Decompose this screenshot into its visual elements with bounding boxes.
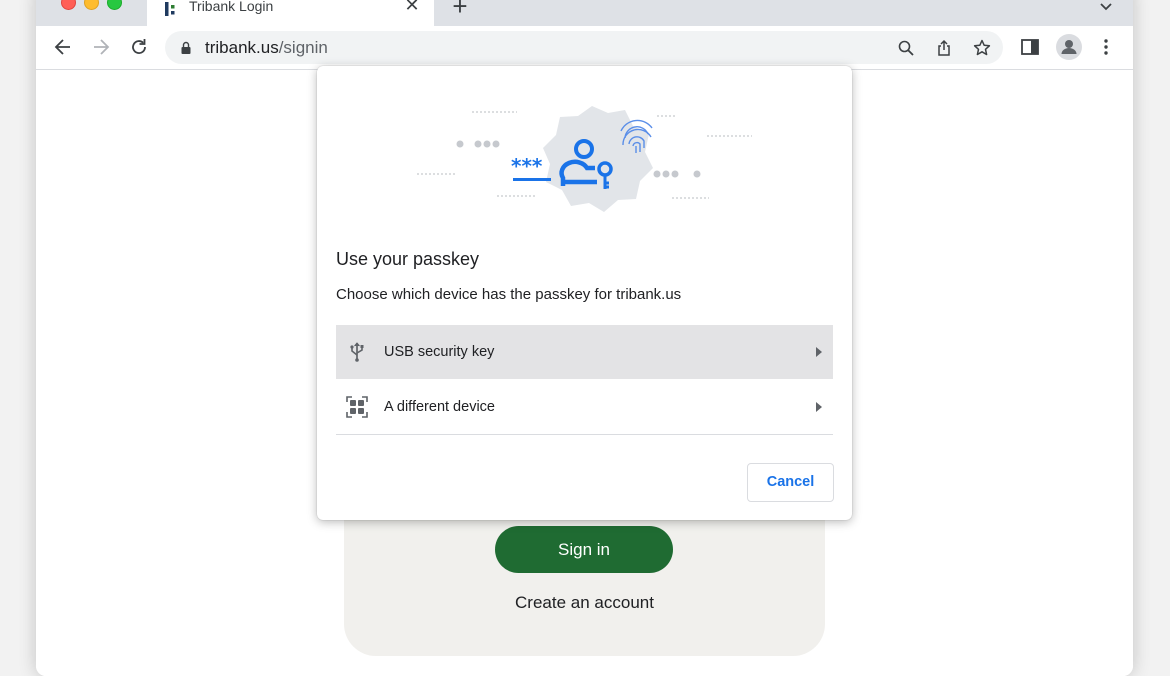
- arrow-right-icon: [816, 402, 822, 412]
- dialog-subtitle: Choose which device has the passkey for …: [336, 286, 682, 303]
- maximize-window-button[interactable]: [107, 0, 122, 10]
- option-different-device[interactable]: A different device: [336, 380, 833, 435]
- bookmark-star-icon[interactable]: [973, 39, 991, 57]
- side-panel-icon[interactable]: [1020, 37, 1040, 57]
- asterisks-icon: ***: [511, 154, 543, 178]
- svg-text:***: ***: [511, 154, 543, 178]
- tab-search-chevron-down-icon[interactable]: [1098, 0, 1114, 14]
- sign-in-button[interactable]: Sign in: [495, 526, 673, 573]
- usb-icon: [350, 342, 364, 362]
- share-icon[interactable]: [935, 39, 953, 57]
- search-icon[interactable]: [897, 39, 915, 57]
- url-path: /signin: [278, 38, 328, 57]
- back-arrow-icon[interactable]: [52, 36, 74, 58]
- close-window-button[interactable]: [61, 0, 76, 10]
- url-domain: tribank.us: [205, 38, 279, 57]
- forward-arrow-icon[interactable]: [90, 36, 112, 58]
- option-label: USB security key: [384, 344, 495, 360]
- tribank-favicon-icon: [165, 2, 175, 16]
- passkey-illustration: ***: [417, 106, 752, 212]
- tab-tribank-login[interactable]: Tribank Login ✕: [147, 0, 434, 26]
- more-menu-icon[interactable]: [1096, 37, 1116, 57]
- lock-icon[interactable]: [181, 41, 191, 54]
- arrow-right-icon: [816, 347, 822, 357]
- tab-close-icon[interactable]: ✕: [402, 0, 422, 15]
- dialog-title: Use your passkey: [336, 249, 480, 269]
- new-tab-button[interactable]: +: [448, 0, 472, 19]
- cancel-button[interactable]: Cancel: [747, 463, 834, 502]
- address-bar[interactable]: tribank.us/signin: [165, 31, 1003, 64]
- url-text[interactable]: tribank.us/signin: [205, 38, 328, 58]
- minimize-window-button[interactable]: [84, 0, 99, 10]
- option-label: A different device: [384, 399, 495, 415]
- reload-icon[interactable]: [128, 36, 150, 58]
- option-usb-security-key[interactable]: USB security key: [336, 325, 833, 379]
- qr-code-icon: [346, 396, 368, 418]
- password-underline: [513, 178, 551, 181]
- person-icon: [1061, 40, 1077, 54]
- tab-title: Tribank Login: [189, 0, 274, 14]
- profile-avatar[interactable]: [1056, 34, 1082, 60]
- passkey-dialog: *** Use your passkey Choose which device…: [317, 66, 852, 520]
- passkey-badge-shape: [543, 106, 653, 212]
- browser-toolbar: tribank.us/signin: [36, 26, 1133, 70]
- create-account-link[interactable]: Create an account: [344, 593, 825, 613]
- tab-strip: Tribank Login ✕ +: [36, 0, 1133, 26]
